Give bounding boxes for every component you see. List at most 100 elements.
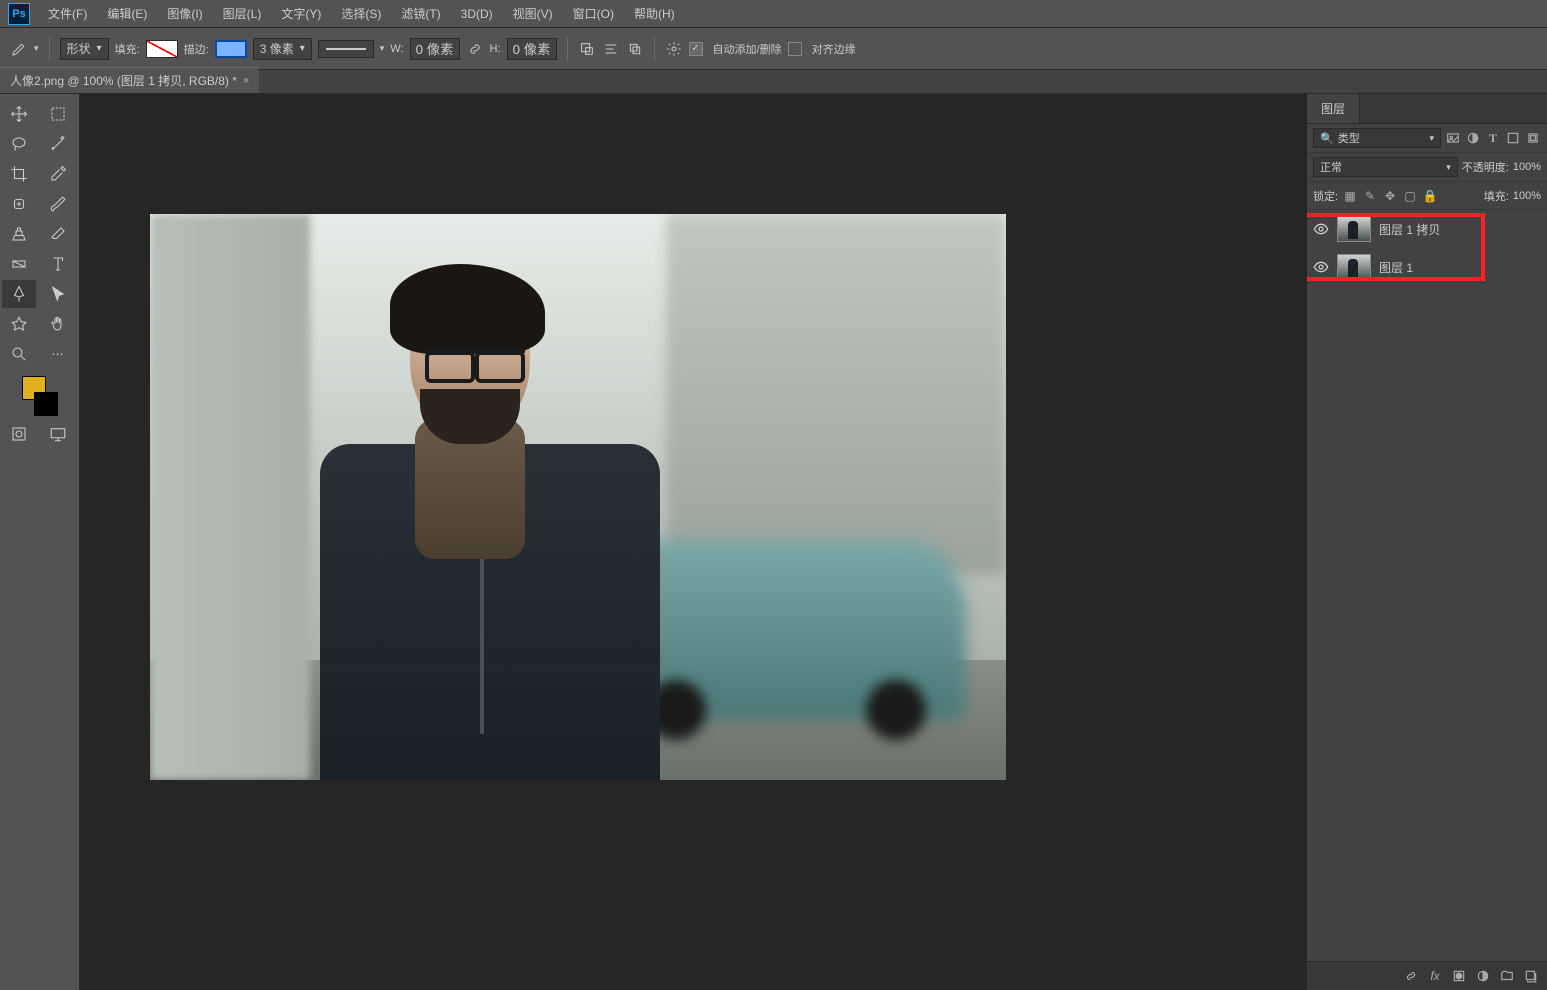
- filter-type-icon[interactable]: T: [1485, 130, 1501, 146]
- crop-tool[interactable]: [2, 160, 36, 188]
- lock-pixels-icon[interactable]: ▦: [1342, 188, 1358, 204]
- width-label: W:: [390, 43, 403, 55]
- height-label: H:: [490, 43, 501, 55]
- menu-layer[interactable]: 图层(L): [213, 0, 272, 28]
- visibility-icon[interactable]: [1313, 259, 1329, 275]
- lock-position-icon[interactable]: ✥: [1382, 188, 1398, 204]
- blend-mode-dropdown[interactable]: 正常: [1313, 157, 1458, 177]
- brush-tool[interactable]: [41, 190, 75, 218]
- layers-panel-footer: fx: [1307, 961, 1547, 990]
- align-icon[interactable]: [602, 40, 620, 58]
- stroke-width-dropdown[interactable]: 3 像素: [253, 38, 312, 60]
- clone-stamp-tool[interactable]: [2, 220, 36, 248]
- arrange-icon[interactable]: [626, 40, 644, 58]
- document-canvas[interactable]: [150, 214, 1006, 780]
- layer-filter-dropdown[interactable]: 🔍 类型: [1313, 128, 1441, 148]
- auto-add-delete-label: 自动添加/删除: [713, 41, 782, 57]
- menu-view[interactable]: 视图(V): [503, 0, 563, 28]
- align-edges-label: 对齐边缘: [812, 41, 856, 57]
- menu-filter[interactable]: 滤镜(T): [391, 0, 450, 28]
- gear-icon[interactable]: [665, 40, 683, 58]
- shape-tool[interactable]: [2, 310, 36, 338]
- auto-add-delete-checkbox[interactable]: ✓: [689, 42, 703, 56]
- lock-row: 锁定: ▦ ✎ ✥ ▢ 🔒 填充: 100%: [1307, 182, 1547, 210]
- path-selection-tool[interactable]: [41, 280, 75, 308]
- layer-row[interactable]: 图层 1: [1307, 248, 1547, 286]
- menu-select[interactable]: 选择(S): [331, 0, 391, 28]
- group-icon[interactable]: [1499, 968, 1515, 984]
- stroke-style-dropdown[interactable]: [318, 40, 374, 58]
- menu-file[interactable]: 文件(F): [38, 0, 97, 28]
- width-input[interactable]: [410, 38, 460, 60]
- eyedropper-tool[interactable]: [41, 160, 75, 188]
- filter-image-icon[interactable]: [1445, 130, 1461, 146]
- options-bar: ▾ 形状 填充: 描边: 3 像素 ▾ W: H: ✓ 自动添加/删除 对齐边缘: [0, 28, 1547, 70]
- adjustment-layer-icon[interactable]: [1475, 968, 1491, 984]
- fill-opacity-value[interactable]: 100%: [1513, 190, 1541, 202]
- document-title: 人像2.png @ 100% (图层 1 拷贝, RGB/8) *: [10, 72, 237, 89]
- lasso-tool[interactable]: [2, 130, 36, 158]
- height-input[interactable]: [507, 38, 557, 60]
- opacity-value[interactable]: 100%: [1513, 161, 1541, 173]
- background-color[interactable]: [34, 392, 58, 416]
- zoom-tool[interactable]: [2, 340, 36, 368]
- fill-swatch[interactable]: [146, 40, 178, 58]
- stroke-swatch[interactable]: [215, 40, 247, 58]
- layer-name[interactable]: 图层 1: [1379, 259, 1413, 276]
- menu-type[interactable]: 文字(Y): [271, 0, 331, 28]
- align-edges-checkbox[interactable]: [788, 42, 802, 56]
- lock-artboard-icon[interactable]: ▢: [1402, 188, 1418, 204]
- link-layers-icon[interactable]: [1403, 968, 1419, 984]
- layer-name[interactable]: 图层 1 拷贝: [1379, 221, 1440, 238]
- pen-tool-icon[interactable]: [10, 40, 28, 58]
- menu-edit[interactable]: 编辑(E): [97, 0, 157, 28]
- menu-3d[interactable]: 3D(D): [451, 0, 503, 28]
- edit-toolbar[interactable]: ⋯: [41, 340, 75, 368]
- layers-panel: 图层 🔍 类型 T 正常 不透明度: 100% 锁定: ▦ ✎ ✥ ▢ 🔒 填充…: [1307, 94, 1547, 990]
- eraser-tool[interactable]: [41, 220, 75, 248]
- layers-tab[interactable]: 图层: [1307, 94, 1360, 123]
- separator: [567, 37, 568, 61]
- healing-brush-tool[interactable]: [2, 190, 36, 218]
- move-tool[interactable]: [2, 100, 36, 128]
- shape-mode-dropdown[interactable]: 形状: [60, 38, 109, 60]
- menu-help[interactable]: 帮助(H): [624, 0, 685, 28]
- canvas-area[interactable]: [80, 94, 1307, 990]
- quick-mask-tool[interactable]: [2, 420, 36, 448]
- type-tool[interactable]: [41, 250, 75, 278]
- document-tab[interactable]: 人像2.png @ 100% (图层 1 拷贝, RGB/8) * ×: [0, 67, 259, 93]
- link-icon[interactable]: [466, 40, 484, 58]
- filter-smart-icon[interactable]: [1525, 130, 1541, 146]
- filter-adjust-icon[interactable]: [1465, 130, 1481, 146]
- pen-tool[interactable]: [2, 280, 36, 308]
- color-swatches[interactable]: [20, 376, 60, 416]
- layer-mask-icon[interactable]: [1451, 968, 1467, 984]
- menu-window[interactable]: 窗口(O): [563, 0, 624, 28]
- marquee-tool[interactable]: [41, 100, 75, 128]
- menu-image[interactable]: 图像(I): [157, 0, 212, 28]
- layer-fx-icon[interactable]: fx: [1427, 968, 1443, 984]
- toolbox: ⋯: [0, 94, 80, 990]
- visibility-icon[interactable]: [1313, 221, 1329, 237]
- hand-tool[interactable]: [41, 310, 75, 338]
- lock-all-icon[interactable]: 🔒: [1422, 188, 1438, 204]
- filter-type-label: 类型: [1338, 130, 1360, 146]
- lock-brush-icon[interactable]: ✎: [1362, 188, 1378, 204]
- magic-wand-tool[interactable]: [41, 130, 75, 158]
- screen-mode-tool[interactable]: [41, 420, 75, 448]
- path-ops-icon[interactable]: [578, 40, 596, 58]
- app-logo: Ps: [8, 3, 30, 25]
- fill-opacity-label: 填充:: [1484, 188, 1509, 204]
- filter-shape-icon[interactable]: [1505, 130, 1521, 146]
- layer-thumbnail[interactable]: [1337, 216, 1371, 242]
- panel-tabs: 图层: [1307, 94, 1547, 124]
- gradient-tool[interactable]: [2, 250, 36, 278]
- stroke-label: 描边:: [184, 41, 209, 57]
- search-icon: 🔍: [1320, 132, 1334, 145]
- blend-mode-row: 正常 不透明度: 100%: [1307, 153, 1547, 182]
- layer-thumbnail[interactable]: [1337, 254, 1371, 280]
- new-layer-icon[interactable]: [1523, 968, 1539, 984]
- close-tab-icon[interactable]: ×: [243, 75, 249, 87]
- layer-list[interactable]: 图层 1 拷贝 图层 1: [1307, 210, 1547, 961]
- layer-row[interactable]: 图层 1 拷贝: [1307, 210, 1547, 248]
